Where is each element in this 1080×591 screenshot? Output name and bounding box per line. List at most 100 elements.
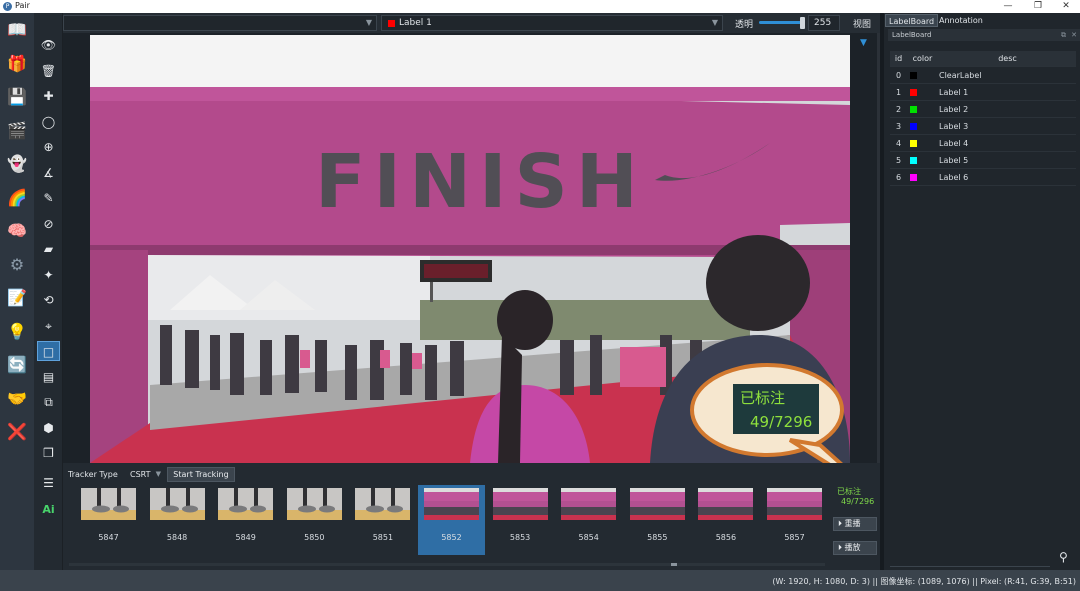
polygon-tool-icon[interactable]: ✦	[37, 265, 60, 285]
target-tool-icon[interactable]: ⊕	[37, 137, 60, 157]
handshake-icon[interactable]: 🤝	[6, 388, 28, 410]
frame-thumbnail	[561, 488, 617, 520]
row-color-swatch	[910, 89, 917, 96]
label-search-input[interactable]	[890, 551, 1050, 567]
filmstrip-scrollbar[interactable]	[69, 563, 825, 566]
frame-filmstrip: 5857 5856 5855 5854 5853 5852 5851 5850 5849 5848…	[63, 485, 829, 570]
edit-document-icon[interactable]: 📝	[6, 287, 28, 309]
label-table-row[interactable]: 5 Label 5	[890, 153, 1076, 169]
view-label[interactable]: 视图	[853, 17, 871, 30]
minimize-icon[interactable]: —	[995, 0, 1021, 13]
search-icon[interactable]: ⚲	[1059, 550, 1068, 564]
opacity-value[interactable]: 255	[808, 15, 840, 31]
floppy-disk-icon[interactable]: 💾	[6, 86, 28, 108]
filmstrip-frame[interactable]: 5852	[418, 485, 485, 555]
row-color-swatch	[910, 72, 917, 79]
float-panel-icon[interactable]: ⧉	[1061, 29, 1066, 41]
frame-number: 5857	[784, 533, 805, 542]
start-tracking-button[interactable]: Start Tracking	[167, 467, 235, 482]
play-button[interactable]: ⏵ 播放	[833, 541, 877, 555]
annotation-image[interactable]: FINISH 已标注 49/7296	[90, 35, 850, 463]
refresh-icon[interactable]: 🔄	[6, 354, 28, 376]
rectangle-tool-icon[interactable]: □	[37, 341, 60, 361]
gears-icon[interactable]: ⚙	[6, 254, 28, 276]
label-table-row[interactable]: 2 Label 2	[890, 102, 1076, 118]
view-dropdown-icon[interactable]: ▼	[860, 38, 867, 48]
frame-thumbnail	[698, 488, 754, 520]
close-red-icon[interactable]: ❌	[6, 421, 28, 443]
filmstrip-frame[interactable]: 5856	[692, 485, 759, 555]
header-color: color	[912, 54, 933, 63]
brush-icon[interactable]: ⊘	[37, 214, 60, 234]
angle-tool-icon[interactable]: ∡	[37, 163, 60, 183]
filmstrip-frame[interactable]: 5851	[349, 485, 416, 555]
list-icon[interactable]: ☰	[37, 473, 60, 493]
group-select[interactable]: ▼	[63, 15, 377, 31]
race-finish-photo: FINISH 已标注 49/7296	[90, 35, 850, 463]
copy-icon[interactable]: ⧉	[37, 392, 60, 412]
rotate-tool-icon[interactable]: ⟲	[37, 290, 60, 310]
stack-icon[interactable]: ❒	[37, 443, 60, 463]
row-id: 1	[895, 88, 902, 97]
filmstrip-frame[interactable]: 5853	[487, 485, 554, 555]
row-color-swatch	[910, 123, 917, 130]
title-bar: P Pair — ❐ ✕	[0, 0, 1080, 13]
crosshair-icon[interactable]: ✚	[37, 86, 60, 106]
layers-icon[interactable]: ▤	[37, 367, 60, 387]
chevron-down-icon: ▼	[711, 18, 718, 27]
filmstrip-frame[interactable]: 5847	[75, 485, 142, 555]
location-pin-icon[interactable]: ⌖	[37, 316, 60, 336]
filmstrip-scrollbar-knob[interactable]	[671, 563, 677, 566]
maximize-icon[interactable]: ❐	[1025, 0, 1051, 13]
frame-number: 5853	[509, 533, 531, 542]
opacity-slider-track[interactable]	[759, 21, 803, 24]
overlay-status-line2: 49/7296	[750, 413, 812, 431]
filmstrip-frame[interactable]: 5849	[212, 485, 279, 555]
replay-button[interactable]: ⏵ 重播	[833, 517, 877, 531]
filmstrip-frame[interactable]: 5855	[624, 485, 691, 555]
opacity-slider-handle[interactable]	[800, 17, 805, 29]
label-table-row[interactable]: 0 ClearLabel	[890, 68, 1076, 84]
trash-icon[interactable]: 🗑	[37, 61, 60, 81]
close-window-icon[interactable]: ✕	[1053, 0, 1079, 13]
filmstrip-frame[interactable]: 5857	[761, 485, 828, 555]
frame-thumbnail	[767, 488, 822, 520]
book-icon[interactable]: 📖	[6, 19, 28, 41]
label-table-row[interactable]: 3 Label 3	[890, 119, 1076, 135]
cube-icon[interactable]: ⬢	[37, 418, 60, 438]
circle-tool-icon[interactable]: ◯	[37, 112, 60, 132]
close-panel-icon[interactable]: ✕	[1071, 29, 1077, 41]
frame-thumbnail	[81, 488, 136, 520]
label-select[interactable]: Label 1 ▼	[381, 15, 723, 31]
label-table-row[interactable]: 4 Label 4	[890, 136, 1076, 152]
ghost-icon[interactable]: 👻	[6, 153, 28, 175]
image-canvas[interactable]: FINISH 已标注 49/7296 ▼	[63, 33, 877, 463]
chevron-down-icon: ▼	[365, 18, 372, 27]
row-color-swatch	[910, 174, 917, 181]
annotated-count: 49/7296	[841, 497, 875, 506]
label-table-row[interactable]: 1 Label 1	[890, 85, 1076, 101]
frame-number: 5855	[647, 533, 668, 542]
filmstrip-frame[interactable]: 5854	[555, 485, 622, 555]
ai-icon[interactable]: Ai	[37, 500, 60, 520]
tracker-type-select[interactable]: CSRT ▼	[127, 467, 163, 482]
eraser-icon[interactable]: ▰	[37, 239, 60, 259]
app-dock: 📖 🎁 💾 🎬 👻 🌈 🧠 ⚙ 📝 💡 🔄 🤝 ❌	[0, 13, 34, 570]
lightbulb-icon[interactable]: 💡	[6, 321, 28, 343]
label-table-row[interactable]: 6 Label 6	[890, 170, 1076, 186]
tab-labelboard[interactable]: LabelBoard	[885, 14, 939, 27]
color-wheel-icon[interactable]: 🌈	[6, 187, 28, 209]
eye-visibility-icon[interactable]: 👁	[37, 35, 60, 55]
filmstrip-frame[interactable]: 5848	[144, 485, 211, 555]
row-id: 5	[895, 156, 902, 165]
filmstrip-frame[interactable]: 5850	[281, 485, 348, 555]
frame-number: 5851	[372, 533, 394, 542]
magic-wand-icon[interactable]: ✎	[37, 188, 60, 208]
annotated-label: 已标注	[837, 487, 861, 496]
tab-annotation[interactable]: Annotation	[936, 14, 986, 27]
clapperboard-icon[interactable]: 🎬	[6, 120, 28, 142]
row-desc: ClearLabel	[939, 71, 982, 80]
gift-box-icon[interactable]: 🎁	[6, 53, 28, 75]
brain-icon[interactable]: 🧠	[6, 220, 28, 242]
tracker-type-label: Tracker Type	[68, 470, 118, 479]
